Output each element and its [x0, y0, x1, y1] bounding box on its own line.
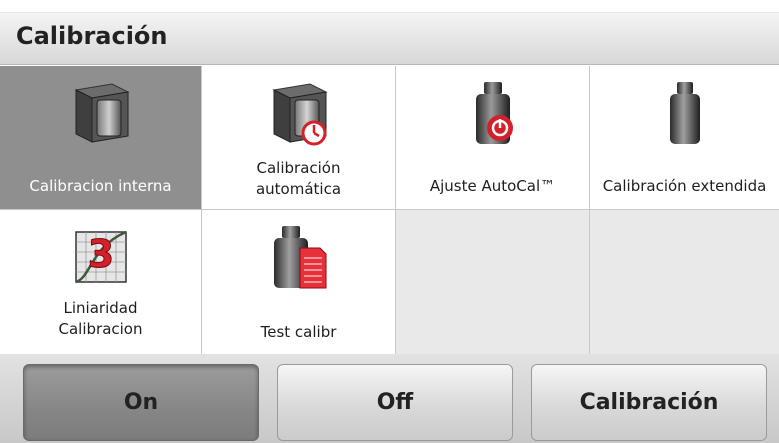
empty-tile	[590, 210, 779, 354]
calibration-button[interactable]: Calibración	[531, 364, 767, 441]
tile-label-line1: Calibración	[256, 159, 341, 177]
tile-label: Calibración extendida	[602, 177, 767, 195]
tile-internal-calibration[interactable]: Calibracion interna	[0, 66, 201, 209]
footer-button-bar: On Off Calibración	[0, 354, 779, 443]
auto-calibration-timer-icon	[271, 83, 328, 146]
test-calibration-icon	[273, 226, 326, 289]
on-button[interactable]: On	[23, 364, 259, 441]
off-button[interactable]: Off	[277, 364, 513, 441]
calibration-menu-grid: Calibracion interna Calibración automáti…	[0, 66, 779, 354]
tile-autocal-adjust[interactable]: Ajuste AutoCal™	[396, 66, 589, 209]
tile-label: Calibracion interna	[29, 177, 172, 195]
calibration-weight-icon	[669, 82, 700, 144]
tile-label-line2: automática	[255, 180, 342, 198]
tile-label-line2: Calibracion	[58, 320, 143, 338]
tile-label: Ajuste AutoCal™	[429, 177, 556, 195]
autocal-weight-icon	[475, 82, 513, 144]
empty-tile	[396, 210, 589, 354]
tile-automatic-calibration[interactable]: Calibración automática	[202, 66, 395, 209]
tile-extended-calibration[interactable]: Calibración extendida	[590, 66, 779, 209]
tile-linearity-calibration[interactable]: 3 Liniaridad Calibracion	[0, 210, 201, 354]
tile-label: Test calibr	[260, 323, 337, 341]
linearity-graph-icon: 3	[74, 230, 127, 284]
page-title: Calibración	[16, 22, 168, 50]
tile-calibration-test[interactable]: Test calibr	[202, 210, 395, 354]
title-bar: Calibración	[0, 12, 779, 65]
svg-text:3: 3	[87, 232, 113, 276]
internal-weight-block-icon	[73, 83, 130, 143]
tile-label-line1: Liniaridad	[63, 299, 138, 317]
